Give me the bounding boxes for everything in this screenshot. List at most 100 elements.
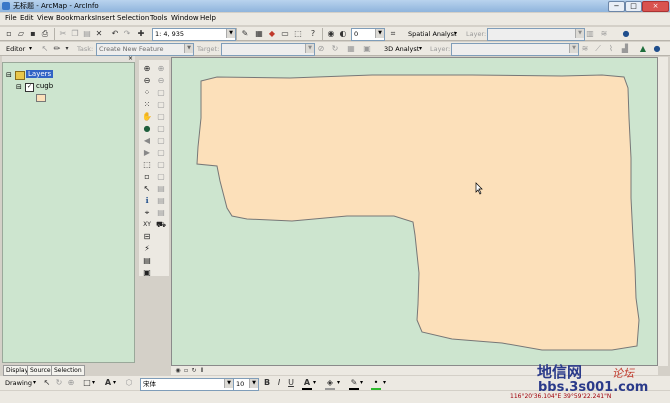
tab-selection[interactable]: Selection (51, 365, 85, 376)
save-icon[interactable]: ▪ (28, 29, 38, 39)
spatial-analyst-menu[interactable]: Spatial Analyst (408, 30, 457, 38)
histogram-icon[interactable]: ▥ (585, 29, 595, 39)
back-extent-icon[interactable]: ◀ (142, 136, 152, 146)
toc-close-icon[interactable]: × (128, 55, 133, 62)
split-tool-icon[interactable]: ⊘ (316, 44, 326, 54)
menu-bookmarks[interactable]: Bookmarks (56, 14, 95, 22)
menu-insert[interactable]: Insert (95, 14, 115, 22)
arcscene-icon[interactable]: ▲ (638, 44, 648, 54)
copy-icon[interactable]: ❐ (70, 29, 80, 39)
select-elements-icon[interactable]: ↖ (142, 184, 152, 194)
layout-zoom-out-icon[interactable]: ⊖ (156, 76, 166, 86)
layout-zoom-icon[interactable]: ▤ (156, 208, 166, 218)
pause-drawing-icon[interactable]: Ⅱ (197, 366, 207, 376)
map-scale-dropdown[interactable]: 1: 4, 935 ▼ (152, 28, 236, 41)
delete-icon[interactable]: ✕ (94, 29, 104, 39)
bus-icon[interactable]: ⛟ (156, 220, 166, 230)
paste-icon[interactable]: ▤ (82, 29, 92, 39)
map-vertical-scrollbar[interactable] (658, 57, 668, 366)
arcglobe-3d-icon[interactable]: ● (652, 44, 662, 54)
forward-extent-icon[interactable]: ▶ (142, 148, 152, 158)
data-driven-pages-icon[interactable]: ▤ (156, 196, 166, 206)
editor-toolbar-icon[interactable]: ✎ (240, 29, 250, 39)
zoom-in-icon[interactable]: ⊕ (142, 64, 152, 74)
zoom-100-icon[interactable]: ▢ (156, 112, 166, 122)
html-popup-icon[interactable]: ▤ (142, 256, 152, 266)
pan-hand-icon[interactable]: ✋ (142, 112, 152, 122)
cugb-layer-label[interactable]: cugb (36, 82, 53, 90)
menu-file[interactable]: File (5, 14, 17, 22)
interpolate-line-icon[interactable]: ⌇ (606, 44, 616, 54)
create-contours-icon[interactable]: ≋ (580, 44, 590, 54)
layout-zoom-in-icon[interactable]: ⊕ (156, 64, 166, 74)
editor-menu[interactable]: Editor (6, 45, 25, 53)
identify-icon[interactable]: ℹ (142, 196, 152, 206)
font-color-icon[interactable]: A (302, 378, 312, 390)
edit-tool-icon[interactable]: ↖ (40, 44, 50, 54)
zoom-control-icon[interactable]: ▢ (156, 148, 166, 158)
menu-tools[interactable]: Tools (150, 14, 167, 22)
cugb-symbol-swatch[interactable] (36, 94, 46, 102)
time-slider-icon[interactable]: ▣ (142, 268, 152, 278)
contour-icon[interactable]: ≋ (599, 29, 609, 39)
bold-button[interactable]: B (262, 378, 272, 388)
rectangle-tool-icon[interactable]: □ (82, 378, 92, 388)
fixed-zoom-in-icon[interactable]: ⁘ (142, 88, 152, 98)
new-text-icon[interactable]: A (103, 378, 113, 388)
menu-selection[interactable]: Selection (117, 14, 149, 22)
spatial-analyst-layer-dropdown[interactable]: ▼ (487, 28, 585, 41)
clear-selection-icon[interactable]: ▫ (142, 172, 152, 182)
underline-button[interactable]: U (286, 378, 296, 388)
toc-window-icon[interactable]: ▦ (254, 29, 264, 39)
measure-icon[interactable]: ⊟ (142, 232, 152, 242)
globe-icon[interactable]: ◉ (326, 29, 336, 39)
profile-graph-icon[interactable]: ▟ (620, 44, 630, 54)
model-builder-icon[interactable]: ⬚ (293, 29, 303, 39)
task-dropdown[interactable]: Create New Feature ▼ (96, 43, 194, 56)
tab-source[interactable]: Source (27, 365, 54, 376)
menu-help[interactable]: Help (200, 14, 216, 22)
menu-window[interactable]: Window (171, 14, 199, 22)
sketch-tool-icon[interactable]: ✏ (52, 44, 62, 54)
minimize-button[interactable]: − (608, 1, 625, 12)
line-color-icon[interactable]: ✎ (349, 378, 359, 390)
georeferencing-icon[interactable]: ⌗ (388, 29, 398, 39)
arctoolbox-icon[interactable]: ◆ (267, 29, 277, 39)
close-button[interactable]: × (642, 1, 669, 12)
layers-root-label[interactable]: Layers (26, 70, 54, 78)
zoom-whole-page-icon[interactable]: ▢ (156, 100, 166, 110)
focus-data-frame-icon[interactable]: ▢ (156, 172, 166, 182)
go-to-xy-icon[interactable]: XY (142, 220, 152, 230)
font-size-dropdown[interactable]: 10 ▼ (233, 378, 259, 391)
whats-this-icon[interactable]: ? (308, 29, 318, 39)
layer-index-dropdown[interactable]: 0 ▼ (351, 28, 385, 41)
fill-color-icon[interactable]: ◈ (325, 378, 335, 390)
menu-view[interactable]: View (37, 14, 54, 22)
full-extent-globe-icon[interactable]: ● (142, 124, 152, 134)
undo-icon[interactable]: ↶ (110, 29, 120, 39)
find-binoculars-icon[interactable]: ⌖ (142, 208, 152, 218)
marker-color-icon[interactable]: • (371, 378, 381, 390)
arcglobe-icon[interactable]: ● (621, 29, 631, 39)
cugb-polygon[interactable] (196, 74, 640, 351)
map-view[interactable] (171, 57, 658, 366)
add-data-icon[interactable]: ✚ (136, 29, 146, 39)
target-dropdown[interactable]: ▼ (221, 43, 315, 56)
command-line-icon[interactable]: ▭ (280, 29, 290, 39)
attributes-icon[interactable]: ▦ (346, 44, 356, 54)
3d-analyst-menu[interactable]: 3D Analyst (384, 45, 419, 53)
rotate-element-icon[interactable]: ↻ (54, 378, 64, 388)
toggle-draft-icon[interactable]: ▢ (156, 160, 166, 170)
layout-pan-icon[interactable]: ▢ (156, 88, 166, 98)
layer-visibility-icon[interactable]: ◐ (338, 29, 348, 39)
line-of-sight-icon[interactable]: ⟋ (593, 44, 603, 54)
change-layout-icon[interactable]: ▤ (156, 184, 166, 194)
edit-vertices-icon[interactable]: ⬡ (124, 378, 134, 388)
redo-icon[interactable]: ↷ (122, 29, 132, 39)
layout-back-icon[interactable]: ▢ (156, 124, 166, 134)
3d-analyst-layer-dropdown[interactable]: ▼ (451, 43, 579, 56)
print-icon[interactable]: ⎙ (40, 29, 50, 39)
maximize-button[interactable]: □ (625, 1, 642, 12)
select-features-icon[interactable]: ⬚ (142, 160, 152, 170)
map-horizontal-scrollbar[interactable]: ◉ ▫ ↻ Ⅱ (171, 366, 658, 375)
